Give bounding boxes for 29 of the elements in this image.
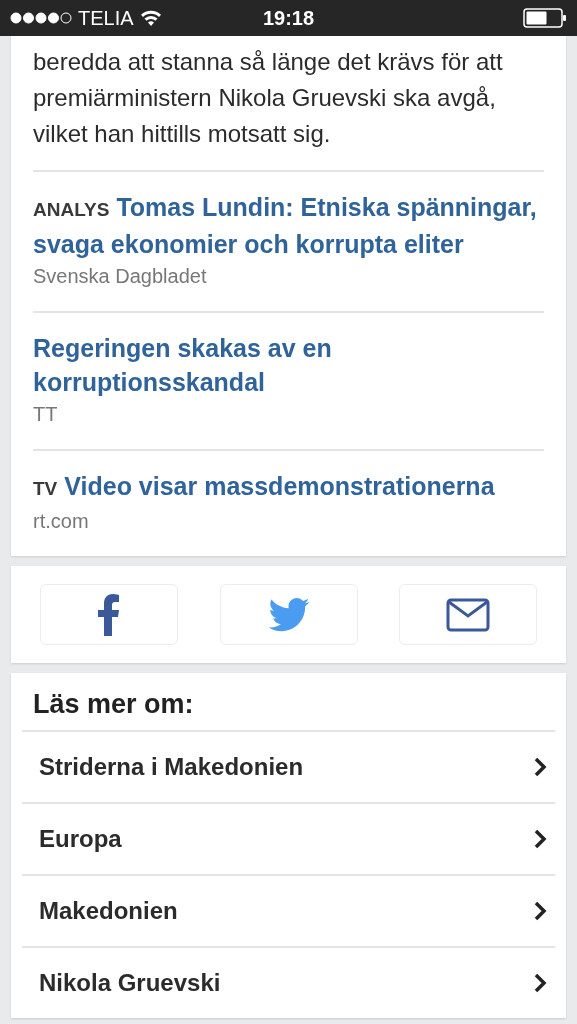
chevron-icon [533,900,547,922]
article-link[interactable]: TV Video visar massdemonstrationerna [33,469,544,506]
wifi-icon [139,10,162,26]
chevron-icon [533,756,547,778]
battery-icon [523,8,567,28]
article-link[interactable]: Regeringen skakas av en korruptionsskandal [33,331,544,399]
share-button[interactable] [399,584,537,645]
topic-link[interactable]: Nikola Gruevski [22,946,555,1018]
section-heading: Läs mer om: [32,688,195,721]
source-name: TT [33,402,59,427]
bird-icon [267,597,310,632]
signal-icon [10,12,72,24]
category-label: ANALYS [33,199,110,220]
chevron-icon [533,972,547,994]
article-paragraph: beredda att stanna så länge det krävs för att premiärministern Nikola Gruevski ska avgå, vilket han hittills motsatt sig. [33,47,504,149]
clock-time: 19:18 [261,6,316,30]
topic-link[interactable]: Makedonien [22,874,555,946]
carrier-name: TELIA [78,6,134,30]
share-button[interactable] [219,584,358,645]
source-name: Svenska Dagbladet [33,264,208,289]
topic-link[interactable]: Striderna i Makedonien [22,730,555,802]
envelope-icon [446,597,490,632]
category-label: TV [33,478,58,499]
share-button[interactable] [40,584,178,645]
facebook-icon [98,593,120,636]
topic-link[interactable]: Europa [22,802,555,874]
article-link[interactable]: ANALYS Tomas Lundin: Etniska spänningar, svaga ekonomier och korrupta eliter [33,190,544,261]
chevron-icon [533,828,547,850]
source-name: rt.com [33,509,90,534]
